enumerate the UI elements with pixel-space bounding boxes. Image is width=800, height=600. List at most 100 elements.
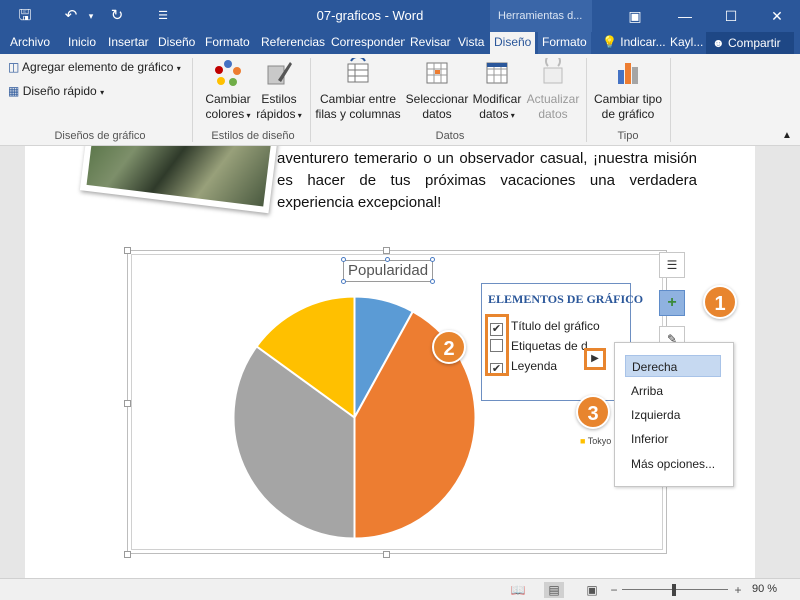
select-data-button[interactable]: Seleccionar datos: [404, 58, 470, 122]
chevron-down-icon: ▾: [100, 88, 105, 97]
chart-layout-options-button[interactable]: ☰: [659, 252, 685, 278]
read-mode-icon[interactable]: 📖: [508, 582, 528, 598]
change-colors-line2: colores: [205, 107, 245, 121]
tab-insertar[interactable]: Insertar: [104, 32, 153, 54]
checkbox-label: Título del gráfico: [511, 319, 600, 333]
add-chart-element-button[interactable]: ◫ Agregar elemento de gráfico ▾: [8, 60, 181, 74]
print-layout-icon[interactable]: ▤: [544, 582, 564, 598]
undo-icon[interactable]: ↶: [60, 6, 82, 26]
title-handle[interactable]: [430, 279, 435, 284]
change-colors-line1: Cambiar: [205, 92, 251, 106]
title-bar: 🖫 ↶ ▾ ↻ ☰ 07-graficos - Word Herramienta…: [0, 0, 800, 32]
bar-chart-icon: [618, 63, 638, 84]
quick-layout-button[interactable]: ▦ Diseño rápido ▾: [8, 84, 104, 98]
tab-formato[interactable]: Formato: [201, 32, 254, 54]
share-button[interactable]: ☻ Compartir: [706, 32, 794, 54]
menu-item-izquierda[interactable]: Izquierda: [625, 404, 721, 426]
resize-handle[interactable]: [124, 247, 131, 254]
zoom-slider-thumb[interactable]: [672, 584, 676, 596]
collapse-ribbon-icon[interactable]: ▲: [782, 130, 792, 141]
chevron-down-icon: ▾: [176, 64, 181, 73]
popup-header: ELEMENTOS DE GRÁFICO: [488, 292, 644, 306]
resize-handle[interactable]: [124, 551, 131, 558]
title-handle[interactable]: [341, 279, 346, 284]
refresh-data-icon: [543, 58, 563, 84]
customize-qat-icon[interactable]: ☰: [152, 6, 174, 26]
chart-elements-button[interactable]: +: [659, 290, 685, 316]
legend[interactable]: ■ Tokyo: [580, 430, 611, 452]
menu-item-inferior[interactable]: Inferior: [625, 428, 721, 450]
resize-handle[interactable]: [383, 551, 390, 558]
chart-tools-context-label: Herramientas d...: [490, 0, 592, 32]
refresh-line2: datos: [538, 107, 568, 121]
title-handle[interactable]: [430, 257, 435, 262]
add-element-label: Agregar elemento de gráfico: [22, 60, 174, 74]
select-data-line1: Seleccionar: [405, 92, 469, 106]
menu-item-mas-opciones[interactable]: Más opciones...: [625, 453, 721, 475]
ribbon: ◫ Agregar elemento de gráfico ▾ ▦ Diseño…: [0, 54, 800, 146]
edit-data-button[interactable]: Modificar datos ▾: [468, 58, 526, 123]
tab-vista[interactable]: Vista: [454, 32, 488, 54]
add-element-icon: ◫: [8, 60, 20, 74]
group-separator: [586, 58, 587, 142]
share-label: Compartir: [727, 36, 781, 50]
menu-item-arriba[interactable]: Arriba: [625, 380, 721, 402]
switch-line2: filas y columnas: [315, 107, 401, 121]
group-separator: [670, 58, 671, 142]
quick-styles-button[interactable]: Estilos rápidos ▾: [254, 58, 304, 123]
tell-me-search[interactable]: 💡 Indicar...: [598, 32, 670, 54]
palette-icon: [215, 60, 241, 86]
legend-options-arrow[interactable]: ▶: [584, 348, 606, 370]
change-colors-button[interactable]: Cambiar colores ▾: [200, 58, 256, 123]
photo-image[interactable]: [79, 146, 281, 214]
redo-icon[interactable]: ↻: [106, 6, 128, 26]
status-bar: 📖 ▤ ▣ − + 90 %: [0, 578, 800, 600]
title-handle[interactable]: [341, 257, 346, 262]
switch-line1: Cambiar entre: [319, 92, 397, 106]
document-title: 07-graficos - Word: [316, 8, 424, 23]
zoom-level[interactable]: 90 %: [752, 583, 777, 595]
maximize-button[interactable]: ☐: [714, 0, 748, 32]
tab-revisar[interactable]: Revisar: [406, 32, 455, 54]
zoom-out-icon[interactable]: −: [604, 582, 624, 598]
tab-diseno[interactable]: Diseño: [154, 32, 199, 54]
user-name[interactable]: Kayl...: [666, 32, 707, 54]
tab-chart-formato[interactable]: Formato: [538, 32, 591, 54]
photo-content: [86, 146, 274, 207]
user-icon: ☻: [712, 36, 725, 50]
undo-dropdown-icon[interactable]: ▾: [80, 6, 102, 26]
edit-data-line1: Modificar: [472, 92, 522, 106]
resize-handle[interactable]: [124, 400, 131, 407]
group-separator: [310, 58, 311, 142]
tab-inicio[interactable]: Inicio: [64, 32, 100, 54]
switch-row-column-button[interactable]: Cambiar entre filas y columnas: [314, 58, 402, 122]
resize-handle[interactable]: [383, 247, 390, 254]
tab-correspondencia[interactable]: Correspondencia: [327, 32, 405, 54]
menu-item-derecha[interactable]: Derecha: [625, 355, 721, 377]
refresh-line1: Actualizar: [526, 92, 580, 106]
title-handle[interactable]: [385, 257, 390, 262]
refresh-data-button: Actualizar datos: [524, 58, 582, 122]
quick-layout-label: Diseño rápido: [22, 84, 97, 98]
zoom-in-icon[interactable]: +: [728, 582, 748, 598]
ribbon-display-icon[interactable]: ▣: [618, 0, 652, 32]
group-label-type: Tipo: [617, 130, 639, 142]
edit-data-icon: [486, 62, 508, 84]
callout-3: 3: [576, 395, 610, 429]
tab-chart-diseno[interactable]: Diseño: [490, 32, 536, 54]
change-chart-type-button[interactable]: Cambiar tipo de gráfico: [590, 58, 666, 122]
save-icon[interactable]: 🖫: [14, 6, 36, 26]
group-label-data: Datos: [435, 130, 465, 142]
quick-styles-line1: Estilos: [261, 92, 297, 106]
document-paragraph[interactable]: aventurero temerario o un observador cas…: [277, 148, 697, 214]
chart-title[interactable]: Popularidad: [343, 260, 433, 282]
minimize-button[interactable]: —: [668, 0, 702, 32]
quick-styles-line2: rápidos: [256, 107, 296, 121]
tab-archivo[interactable]: Archivo: [6, 32, 54, 54]
group-label-layouts: Diseños de gráfico: [54, 130, 146, 142]
tell-me-label: Indicar...: [620, 35, 666, 49]
paragraph-line: aventurero temerario o un observador cas…: [277, 150, 649, 167]
tab-referencias[interactable]: Referencias: [257, 32, 329, 54]
close-button[interactable]: ✕: [760, 0, 794, 32]
web-layout-icon[interactable]: ▣: [582, 582, 602, 598]
